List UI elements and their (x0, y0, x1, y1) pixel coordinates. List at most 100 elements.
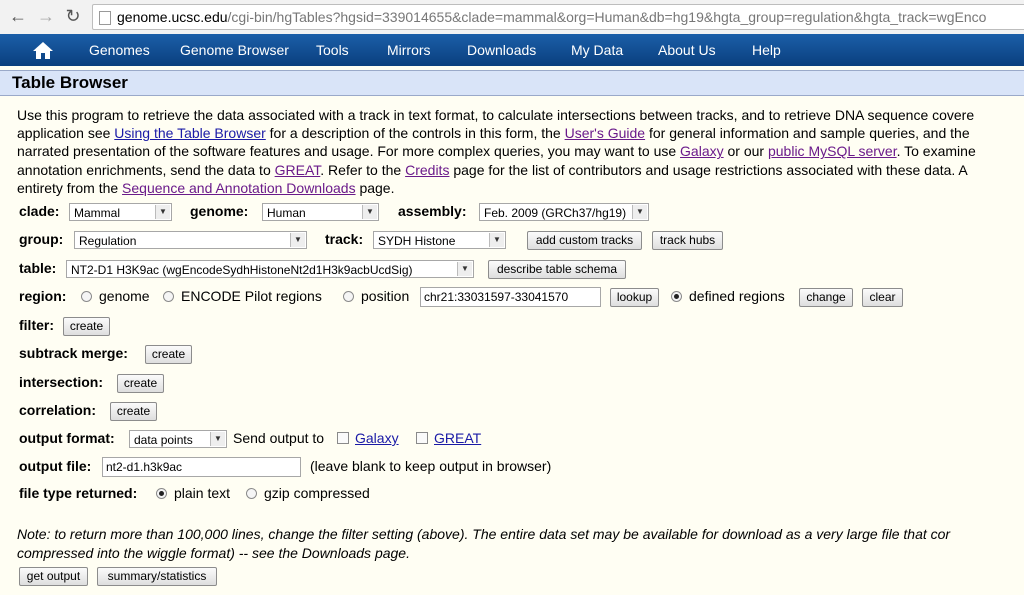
group-value: Regulation (79, 234, 137, 248)
assembly-select[interactable]: Feb. 2009 (GRCh37/hg19) ▼ (479, 203, 649, 221)
mysql-server-link[interactable]: public MySQL server (768, 143, 897, 159)
intro-text: page for the list of contributors and us… (449, 161, 968, 178)
users-guide-link[interactable]: User's Guide (565, 125, 645, 141)
intro-text: . To examine (896, 143, 976, 160)
add-custom-tracks-button[interactable]: add custom tracks (527, 231, 642, 250)
filter-label: filter: (19, 317, 54, 333)
correlation-create-button[interactable]: create (110, 402, 157, 421)
intersection-create-button[interactable]: create (117, 374, 164, 393)
region-encode-radio[interactable] (163, 291, 174, 302)
page-icon (99, 11, 111, 26)
intro-text: for general information and sample queri… (645, 125, 970, 142)
galaxy-output-link[interactable]: Galaxy (355, 430, 399, 446)
send-output-label: Send output to (233, 430, 325, 446)
credits-link[interactable]: Credits (405, 162, 449, 178)
summary-statistics-button[interactable]: summary/statistics (97, 567, 217, 586)
assembly-value: Feb. 2009 (GRCh37/hg19) (484, 206, 627, 220)
intro-text: or our (723, 143, 768, 160)
output-file-input[interactable]: nt2-d1.h3k9ac (102, 457, 301, 477)
output-format-select[interactable]: data points ▼ (129, 430, 227, 448)
url-path: /cgi-bin/hgTables?hgsid=339014655&clade=… (227, 9, 987, 25)
region-encode-label: ENCODE Pilot regions (181, 288, 322, 304)
track-select[interactable]: SYDH Histone ▼ (373, 231, 506, 249)
intro-line: Use this program to retrieve the data as… (17, 107, 975, 123)
url-host: genome.ucsc.edu (117, 9, 228, 25)
subtrack-merge-label: subtrack merge: (19, 345, 128, 361)
position-input[interactable]: chr21:33031597-33041570 (420, 287, 601, 307)
track-hubs-button[interactable]: track hubs (652, 231, 723, 250)
reload-icon[interactable]: ↻ (63, 6, 83, 26)
plain-text-radio[interactable] (156, 488, 167, 499)
file-type-label: file type returned: (19, 485, 138, 501)
menu-tools[interactable]: Tools (316, 34, 349, 66)
get-output-button[interactable]: get output (19, 567, 88, 586)
gzip-radio[interactable] (246, 488, 257, 499)
menu-genome-browser[interactable]: Genome Browser (180, 34, 289, 66)
change-button[interactable]: change (799, 288, 853, 307)
lookup-button[interactable]: lookup (610, 288, 659, 307)
output-note: Note: to return more than 100,000 lines,… (17, 525, 950, 562)
region-defined-label: defined regions (689, 288, 785, 304)
menu-help[interactable]: Help (752, 34, 781, 66)
genome-select[interactable]: Human ▼ (262, 203, 379, 221)
output-format-label: output format: (19, 430, 115, 446)
genome-value: Human (267, 206, 306, 220)
downloads-link[interactable]: Sequence and Annotation Downloads (122, 180, 356, 196)
region-genome-radio[interactable] (81, 291, 92, 302)
clade-select[interactable]: Mammal ▼ (69, 203, 172, 221)
intersection-label: intersection: (19, 374, 104, 390)
track-label: track: (325, 231, 364, 247)
galaxy-checkbox[interactable] (337, 432, 349, 444)
chevron-down-icon: ▼ (210, 432, 225, 446)
great-output-link[interactable]: GREAT (434, 430, 481, 446)
intro-line: narrated presentation of the software fe… (17, 142, 1024, 160)
region-position-label: position (361, 288, 410, 304)
region-label: region: (19, 288, 67, 304)
back-icon[interactable]: ← (8, 6, 28, 26)
page-title: Table Browser (12, 73, 128, 92)
subtrack-merge-create-button[interactable]: create (145, 345, 192, 364)
region-defined-radio[interactable] (671, 291, 682, 302)
using-table-browser-link[interactable]: Using the Table Browser (114, 125, 265, 141)
menu-about-us[interactable]: About Us (658, 34, 716, 66)
intro-line: annotation enrichments, send the data to… (17, 161, 1024, 179)
intro-paragraph: Use this program to retrieve the data as… (17, 106, 1024, 197)
page-title-bar: Table Browser (0, 70, 1024, 96)
table-label: table: (19, 260, 57, 276)
browser-toolbar: ← → ↻ genome.ucsc.edu/cgi-bin/hgTables?h… (0, 0, 1024, 35)
intro-line: entirety from the Sequence and Annotatio… (17, 179, 1024, 197)
intro-text: application see (17, 125, 115, 142)
gzip-label: gzip compressed (264, 485, 370, 501)
group-select[interactable]: Regulation ▼ (74, 231, 307, 249)
intro-text: . Refer to the (320, 161, 406, 178)
track-value: SYDH Histone (378, 234, 456, 248)
galaxy-link[interactable]: Galaxy (680, 143, 724, 159)
clear-button[interactable]: clear (862, 288, 903, 307)
chevron-down-icon: ▼ (155, 205, 170, 219)
intro-text: for a description of the controls in thi… (265, 125, 565, 142)
clade-value: Mammal (74, 206, 121, 220)
intro-line: application see Using the Table Browser … (17, 124, 1024, 142)
table-select[interactable]: NT2-D1 H3K9ac (wgEncodeSydhHistoneNt2d1H… (66, 260, 474, 278)
great-link[interactable]: GREAT (275, 162, 321, 178)
menu-mirrors[interactable]: Mirrors (387, 34, 431, 66)
output-file-hint: (leave blank to keep output in browser) (310, 458, 552, 474)
describe-table-schema-button[interactable]: describe table schema (488, 260, 626, 279)
filter-create-button[interactable]: create (63, 317, 110, 336)
region-position-radio[interactable] (343, 291, 354, 302)
intro-text: page. (355, 179, 395, 196)
chevron-down-icon: ▼ (362, 205, 377, 219)
assembly-label: assembly: (398, 203, 467, 219)
chevron-down-icon: ▼ (457, 262, 472, 276)
note-line: Note: to return more than 100,000 lines,… (17, 526, 951, 542)
intro-text: annotation enrichments, send the data to (17, 161, 275, 178)
intro-text: narrated presentation of the software fe… (17, 143, 681, 160)
menu-my-data[interactable]: My Data (571, 34, 623, 66)
menu-downloads[interactable]: Downloads (467, 34, 536, 66)
home-icon[interactable] (32, 40, 54, 60)
forward-icon[interactable]: → (36, 6, 56, 26)
great-checkbox[interactable] (416, 432, 428, 444)
address-bar[interactable]: genome.ucsc.edu/cgi-bin/hgTables?hgsid=3… (92, 4, 1024, 30)
menu-genomes[interactable]: Genomes (89, 34, 150, 66)
output-file-label: output file: (19, 458, 92, 474)
